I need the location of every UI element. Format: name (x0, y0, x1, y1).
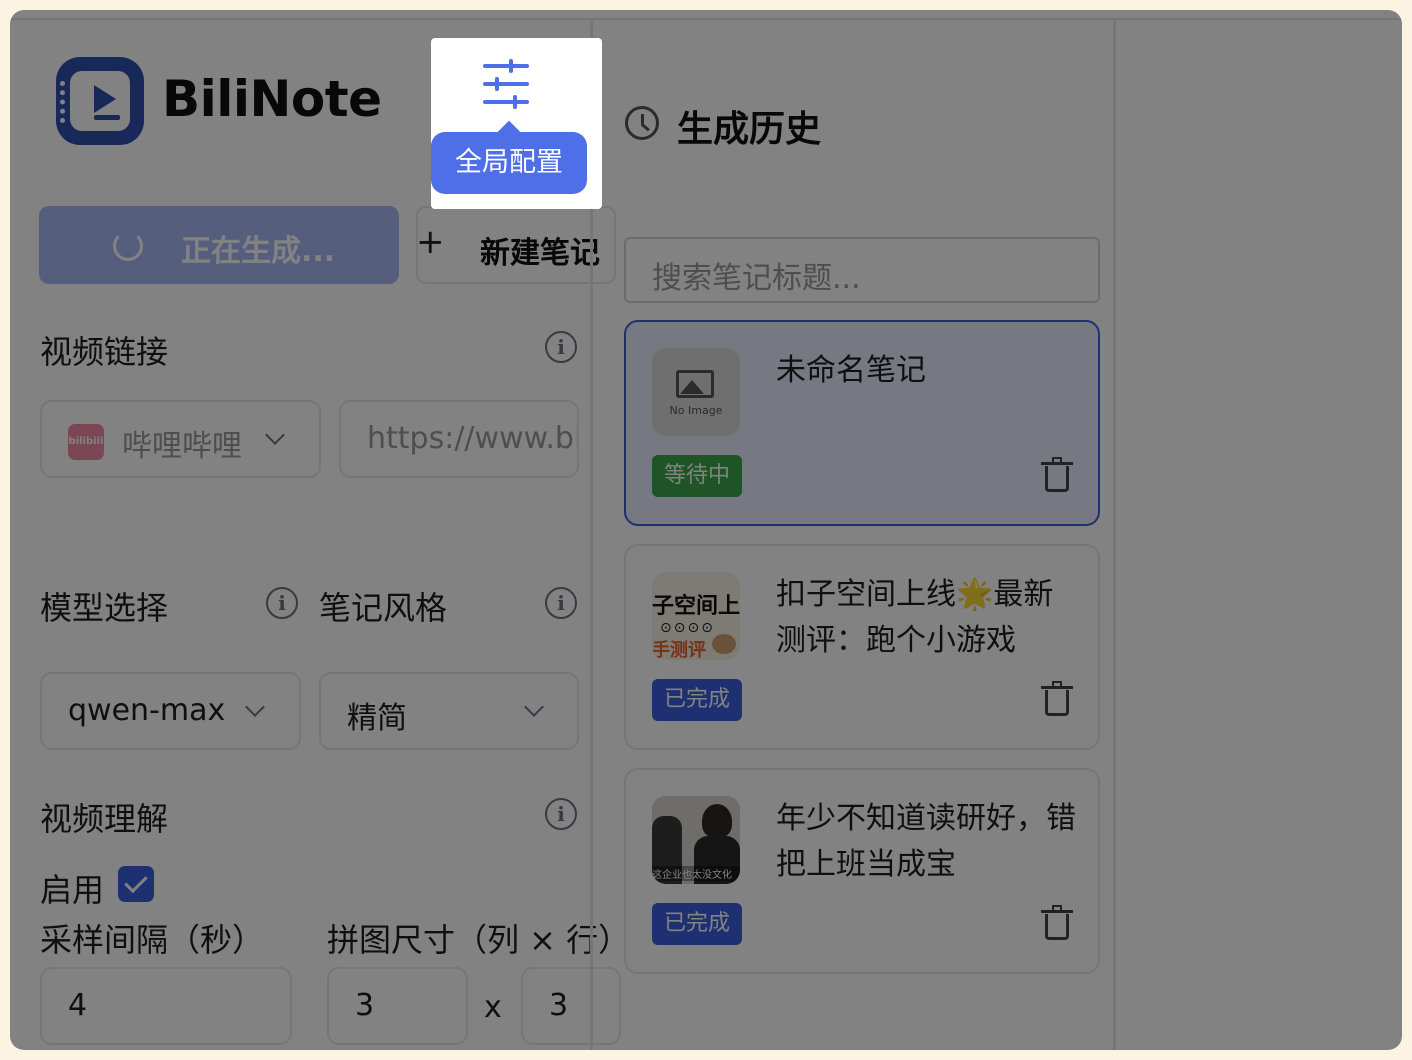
app-window: BiliNote 正在生成... + 新建笔记 视频链接 i bilibili … (10, 10, 1402, 1050)
settings-sliders-icon[interactable] (483, 59, 531, 109)
settings-tooltip: 全局配置 (431, 132, 587, 194)
settings-spotlight: 全局配置 (431, 38, 602, 209)
tour-overlay (10, 10, 1402, 1050)
